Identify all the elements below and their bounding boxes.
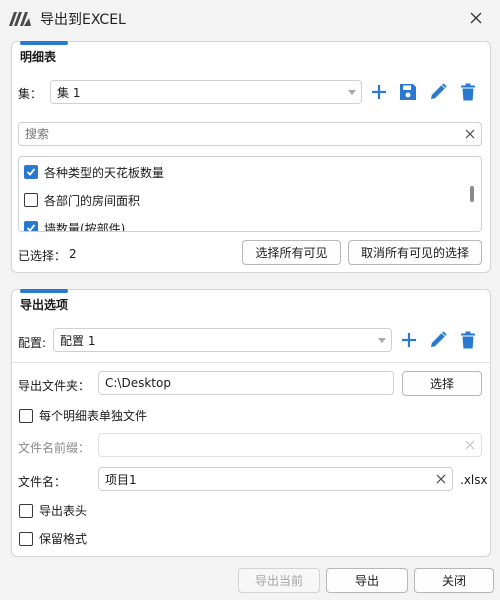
list-item[interactable]: 墙数量(按部件) [24, 219, 126, 232]
close-button[interactable]: 关闭 [414, 568, 494, 593]
window-title: 导出到EXCEL [40, 12, 126, 28]
prefix-field [98, 433, 482, 457]
select-all-visible-button[interactable]: 选择所有可见 [242, 240, 341, 265]
list-item-label: 各部门的房间面积 [44, 193, 141, 208]
checkbox-checked[interactable] [24, 221, 38, 231]
add-set-button[interactable] [367, 80, 391, 104]
delete-config-button[interactable] [456, 328, 480, 352]
filename-label: 文件名： [18, 475, 67, 489]
list-scrollbar[interactable] [470, 186, 474, 202]
chevron-down-icon [343, 80, 361, 104]
plus-icon [402, 333, 416, 347]
keep-format-option[interactable]: 保留格式 [19, 530, 87, 547]
add-config-button[interactable] [397, 328, 421, 352]
config-combo-value: 配置 1 [60, 333, 96, 348]
export-button[interactable]: 导出 [326, 568, 408, 593]
filename-field[interactable]: 项目1 [98, 467, 453, 491]
pencil-icon [431, 331, 447, 347]
brand-logo-icon [8, 9, 32, 27]
trash-icon [461, 83, 475, 101]
clear-search-icon[interactable] [459, 123, 481, 145]
config-label: 配置: [18, 336, 47, 350]
file-extension: .xlsx [460, 473, 488, 487]
close-icon[interactable] [464, 6, 488, 30]
list-item[interactable]: 各种类型的天花板数量 [24, 163, 164, 181]
export-headers-label: 导出表头 [39, 504, 88, 518]
folder-value: C:\Desktop [105, 376, 171, 390]
list-item-label: 各种类型的天花板数量 [44, 165, 165, 180]
separate-files-checkbox[interactable] [19, 408, 33, 423]
separate-files-label: 每个明细表单独文件 [39, 409, 148, 423]
save-set-button[interactable] [396, 80, 420, 104]
separate-files-option[interactable]: 每个明细表单独文件 [19, 407, 147, 424]
edit-set-button[interactable] [426, 80, 450, 104]
selected-count-label: 已选择： [18, 249, 67, 263]
delete-set-button[interactable] [456, 80, 480, 104]
plus-icon [372, 85, 386, 99]
divider [12, 362, 490, 363]
trash-icon [461, 331, 475, 349]
checkbox-checked[interactable] [24, 165, 38, 179]
title-bar: 导出到EXCEL [0, 0, 500, 36]
export-section-title: 导出选项 [20, 298, 69, 312]
save-icon [400, 84, 416, 100]
config-combo[interactable]: 配置 1 [53, 328, 392, 352]
detail-section-title: 明细表 [20, 50, 57, 64]
keep-format-checkbox[interactable] [19, 531, 33, 546]
folder-label: 导出文件夹： [18, 379, 91, 393]
set-combo[interactable]: 集 1 [50, 80, 362, 104]
selected-count-value: 2 [69, 247, 77, 261]
export-headers-checkbox[interactable] [19, 503, 33, 518]
checkbox-unchecked[interactable] [24, 193, 38, 207]
filename-value: 项目1 [105, 472, 137, 487]
folder-field[interactable]: C:\Desktop [98, 371, 394, 395]
deselect-all-visible-button[interactable]: 取消所有可见的选择 [348, 240, 482, 265]
edit-config-button[interactable] [426, 328, 450, 352]
set-combo-value: 集 1 [57, 85, 81, 100]
clear-filename-icon[interactable] [430, 468, 452, 490]
list-item-label: 墙数量(按部件) [44, 221, 126, 232]
set-label: 集： [18, 87, 43, 101]
prefix-label: 文件名前缀： [18, 441, 91, 455]
detail-accent-bar [20, 41, 68, 45]
export-accent-bar [20, 289, 68, 293]
clear-prefix-icon [459, 434, 481, 456]
search-input[interactable] [25, 127, 459, 141]
export-headers-option[interactable]: 导出表头 [19, 502, 87, 519]
list-item[interactable]: 各部门的房间面积 [24, 191, 140, 209]
schedule-list: 各种类型的天花板数量 各部门的房间面积 墙数量(按部件) [18, 156, 482, 232]
chevron-down-icon [373, 328, 391, 352]
pencil-icon [431, 83, 447, 99]
keep-format-label: 保留格式 [39, 532, 88, 546]
browse-folder-button[interactable]: 选择 [402, 371, 482, 396]
export-current-button[interactable]: 导出当前 [238, 568, 320, 593]
search-field[interactable] [18, 122, 482, 146]
